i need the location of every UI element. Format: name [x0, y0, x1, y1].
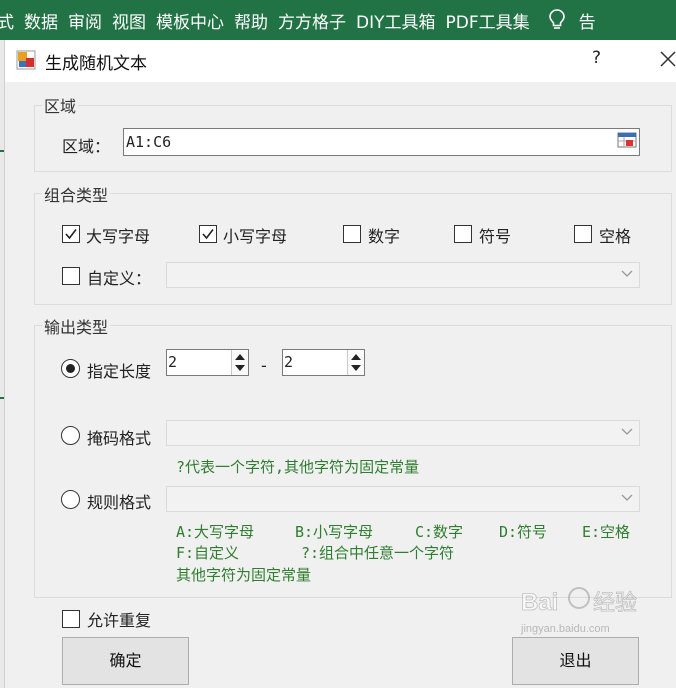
ribbon-tab-ffcell[interactable]: 方方格子: [273, 8, 351, 33]
symbols-checkbox[interactable]: [454, 225, 472, 243]
ribbon-tab-pdf-tools[interactable]: PDF工具集: [441, 8, 535, 33]
dialog-titlebar[interactable]: 生成随机文本 ?: [5, 40, 676, 82]
chevron-down-icon: [621, 494, 633, 501]
rule-hint-symbols: D:符号: [499, 523, 548, 541]
rule-hint-digits: C:数字: [415, 523, 464, 541]
mask-format-hint: ?代表一个字符,其他字符为固定常量: [176, 458, 420, 476]
baidu-jingyan-watermark: Bai 经验 jingyan.baidu.com: [519, 572, 669, 642]
min-length-value: 2: [168, 353, 178, 371]
min-length-stepper[interactable]: 2: [166, 349, 249, 376]
dialog-title: 生成随机文本: [45, 54, 147, 74]
allow-repeat-checkbox[interactable]: [62, 610, 80, 628]
chevron-down-icon: [621, 270, 633, 277]
region-field-label: 区域：: [62, 137, 111, 156]
exit-button[interactable]: 退出: [512, 637, 639, 685]
max-length-value: 2: [284, 353, 294, 371]
ribbon-tab-view[interactable]: 视图: [107, 8, 151, 33]
custom-label: 自定义：: [87, 269, 152, 288]
mask-format-dropdown[interactable]: [166, 420, 640, 446]
rule-hint-any: ?:组合中任意一个字符: [301, 544, 455, 562]
mask-format-radio[interactable]: [61, 426, 80, 445]
lowercase-label: 小写字母: [223, 227, 288, 246]
uppercase-label: 大写字母: [86, 227, 151, 246]
region-group-label: 区域: [42, 93, 79, 117]
fixed-length-radio[interactable]: [61, 359, 80, 378]
stepper-arrows: [347, 350, 364, 375]
svg-text:jingyan.baidu.com: jingyan.baidu.com: [520, 623, 610, 635]
ok-button[interactable]: 确定: [62, 637, 189, 685]
space-label: 空格: [599, 227, 632, 246]
allow-repeat-label: 允许重复: [87, 611, 152, 630]
ribbon-tab-diy-toolbox[interactable]: DIY工具箱: [351, 8, 441, 33]
space-checkbox[interactable]: [574, 225, 592, 243]
ribbon-tab-templates[interactable]: 模板中心: [151, 8, 229, 33]
stepper-up-icon[interactable]: [235, 354, 245, 360]
rule-format-label: 规则格式: [87, 493, 152, 512]
digits-checkbox[interactable]: [343, 225, 361, 243]
rule-hint-lowercase: B:小写字母: [295, 523, 374, 541]
digits-label: 数字: [368, 227, 401, 246]
ribbon-tab-tell-me[interactable]: 告: [579, 8, 596, 33]
custom-chars-dropdown[interactable]: [166, 262, 640, 288]
stepper-down-icon[interactable]: [235, 365, 245, 371]
stepper-down-icon[interactable]: [351, 365, 361, 371]
close-icon[interactable]: [657, 46, 676, 72]
svg-text:Bai: Bai: [521, 589, 558, 616]
help-button[interactable]: ?: [592, 48, 601, 68]
symbols-label: 符号: [479, 227, 512, 246]
length-range-separator: -: [261, 356, 267, 375]
ribbon-tab-review[interactable]: 审阅: [63, 8, 107, 33]
rule-hint-custom: F:自定义: [176, 544, 240, 562]
rule-hint-space: E:空格: [582, 523, 631, 541]
ribbon-tab-help[interactable]: 帮助: [229, 8, 273, 33]
svg-text:经验: 经验: [593, 591, 637, 616]
combination-type-group-label: 组合类型: [42, 182, 111, 206]
range-select-icon[interactable]: [617, 132, 637, 150]
region-input-value: A1:C6: [126, 133, 172, 151]
ribbon-tab-data[interactable]: 数据: [19, 8, 63, 33]
stepper-up-icon[interactable]: [351, 354, 361, 360]
output-type-group-label: 输出类型: [42, 314, 111, 338]
rule-hint-constants: 其他字符为固定常量: [176, 566, 312, 584]
app-icon: [16, 50, 36, 70]
lowercase-checkbox[interactable]: [199, 225, 217, 243]
chevron-down-icon: [621, 428, 633, 435]
rule-format-dropdown[interactable]: [166, 486, 640, 512]
ribbon-tab-bar: 式 数据 审阅 视图 模板中心 帮助 方方格子 DIY工具箱 PDF工具集 告: [0, 0, 676, 40]
rule-format-radio[interactable]: [61, 490, 80, 509]
region-input[interactable]: A1:C6: [123, 128, 640, 156]
rule-hint-uppercase: A:大写字母: [176, 523, 255, 541]
fixed-length-label: 指定长度: [87, 362, 152, 381]
custom-checkbox[interactable]: [62, 267, 80, 285]
radio-selected-dot: [66, 364, 75, 373]
ribbon-tab-formulas[interactable]: 式: [0, 8, 19, 33]
stepper-arrows: [231, 350, 248, 375]
mask-format-label: 掩码格式: [87, 429, 152, 448]
lightbulb-icon[interactable]: [548, 9, 565, 31]
uppercase-checkbox[interactable]: [62, 225, 80, 243]
max-length-stepper[interactable]: 2: [282, 349, 365, 376]
